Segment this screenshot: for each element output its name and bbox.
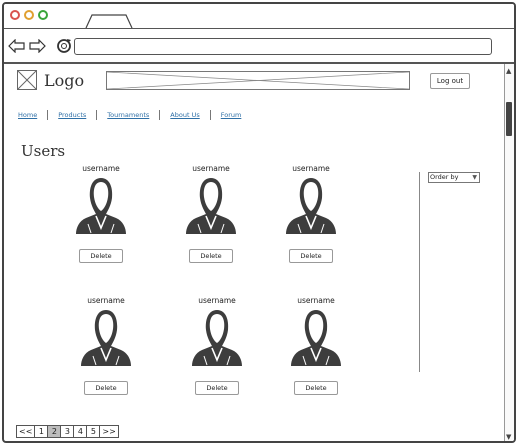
refresh-icon[interactable] xyxy=(56,38,72,54)
browser-tab[interactable] xyxy=(84,14,134,28)
user-avatar-icon xyxy=(81,310,131,366)
arrow-left-icon[interactable] xyxy=(8,39,26,53)
user-avatar-icon xyxy=(291,310,341,366)
menu-divider xyxy=(209,110,211,120)
delete-button[interactable]: Delete xyxy=(84,381,128,395)
page-button-current[interactable]: 2 xyxy=(48,426,62,437)
username-label: username xyxy=(292,164,330,173)
username-label: username xyxy=(82,164,120,173)
main-menu: Home Products Tournaments About Us Forum xyxy=(18,109,241,121)
user-card: username Delete xyxy=(177,296,257,406)
page-first-button[interactable]: << xyxy=(17,426,36,437)
pagination: << 1 2 3 4 5 >> xyxy=(16,425,119,438)
user-card: username Delete xyxy=(66,296,146,406)
logo-text: Logo xyxy=(44,71,85,90)
page-button[interactable]: 1 xyxy=(35,426,49,437)
arrow-right-icon[interactable] xyxy=(28,39,46,53)
user-card: username Delete xyxy=(61,164,141,274)
vertical-scrollbar[interactable]: ▲ ▼ xyxy=(504,64,514,441)
scroll-down-icon[interactable]: ▼ xyxy=(506,434,511,441)
menu-item-about-us[interactable]: About Us xyxy=(170,111,199,119)
username-label: username xyxy=(87,296,125,305)
maximize-window-button[interactable] xyxy=(38,10,48,20)
browser-nav-bar xyxy=(4,29,514,64)
scroll-up-icon[interactable]: ▲ xyxy=(506,68,511,75)
delete-button[interactable]: Delete xyxy=(189,249,233,263)
delete-button[interactable]: Delete xyxy=(195,381,239,395)
user-avatar-icon xyxy=(286,178,336,234)
title-bar xyxy=(4,4,514,29)
delete-button[interactable]: Delete xyxy=(289,249,333,263)
page-button[interactable]: 5 xyxy=(87,426,101,437)
close-window-button[interactable] xyxy=(10,10,20,20)
page-button[interactable]: 3 xyxy=(61,426,75,437)
user-avatar-icon xyxy=(76,178,126,234)
logout-button[interactable]: Log out xyxy=(430,73,470,89)
menu-divider xyxy=(47,110,49,120)
page-last-button[interactable]: >> xyxy=(100,426,118,437)
chevron-down-icon: ▼ xyxy=(472,174,477,181)
user-card: username Delete xyxy=(271,164,351,274)
user-card: username Delete xyxy=(276,296,356,406)
user-avatar-icon xyxy=(186,178,236,234)
minimize-window-button[interactable] xyxy=(24,10,34,20)
order-by-label: Order by xyxy=(430,173,459,181)
order-by-select[interactable]: Order by ▼ xyxy=(428,172,480,183)
menu-divider xyxy=(159,110,161,120)
username-label: username xyxy=(192,164,230,173)
menu-item-tournaments[interactable]: Tournaments xyxy=(107,111,149,119)
delete-button[interactable]: Delete xyxy=(294,381,338,395)
image-placeholder-icon xyxy=(17,70,37,90)
delete-button[interactable]: Delete xyxy=(79,249,123,263)
page-title: Users xyxy=(21,142,66,160)
scroll-thumb[interactable] xyxy=(506,102,512,136)
menu-item-forum[interactable]: Forum xyxy=(221,111,242,119)
page-button[interactable]: 4 xyxy=(74,426,88,437)
browser-window: Logo Log out Home Products Tournaments A… xyxy=(2,2,516,443)
banner-placeholder xyxy=(106,71,410,90)
menu-item-products[interactable]: Products xyxy=(58,111,86,119)
user-avatar-icon xyxy=(192,310,242,366)
username-label: username xyxy=(198,296,236,305)
menu-divider xyxy=(96,110,98,120)
user-card: username Delete xyxy=(171,164,251,274)
url-bar[interactable] xyxy=(74,38,492,55)
username-label: username xyxy=(297,296,335,305)
sidebar-divider xyxy=(419,172,420,372)
menu-item-home[interactable]: Home xyxy=(18,111,37,119)
page-content: Logo Log out Home Products Tournaments A… xyxy=(4,64,514,441)
